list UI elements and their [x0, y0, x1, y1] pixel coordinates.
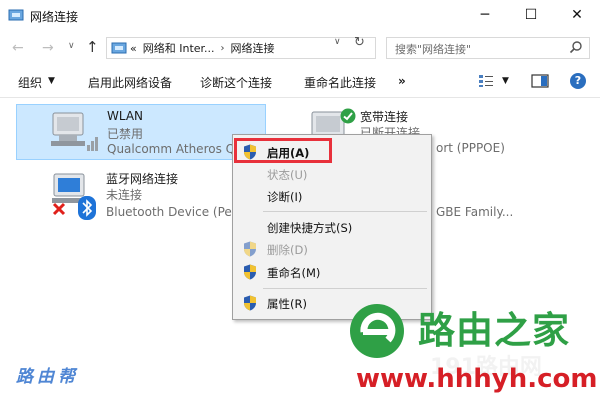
connection-name: WLAN — [107, 109, 144, 123]
connection-item-bluetooth[interactable]: 蓝牙网络连接 未连接 Bluetooth Device (Per — [16, 166, 266, 224]
watermark-left: 路由帮 — [16, 367, 79, 387]
menu-item-label: 删除(D) — [267, 243, 308, 257]
bluetooth-icon — [78, 196, 96, 220]
view-options-icon[interactable] — [478, 74, 494, 88]
back-button[interactable]: ← — [12, 40, 24, 56]
organize-dropdown-icon[interactable]: ▼ — [48, 76, 55, 86]
watermark-brand: 路由之家 — [418, 309, 570, 352]
diagnose-connection-button[interactable]: 诊断这个连接 — [200, 74, 272, 91]
connection-device: Qualcomm Atheros Q — [107, 142, 236, 156]
up-button[interactable]: ↑ — [86, 38, 99, 56]
more-commands-button[interactable]: » — [398, 74, 406, 88]
help-icon[interactable]: ? — [570, 73, 586, 89]
refresh-button[interactable]: ↻ — [354, 35, 365, 50]
connection-item-wlan[interactable]: WLAN 已禁用 Qualcomm Atheros Q — [16, 104, 266, 160]
search-input[interactable]: 搜索"网络连接" — [386, 37, 590, 59]
menu-item-rename[interactable]: 重命名(M) — [233, 261, 431, 283]
highlight-annotation-box — [234, 138, 332, 163]
address-prefix[interactable]: « — [130, 42, 137, 55]
menu-separator — [263, 211, 427, 212]
menu-item-create-shortcut[interactable]: 创建快捷方式(S) — [233, 216, 431, 238]
connection-status: 已禁用 — [107, 127, 144, 141]
disconnected-x-icon — [52, 202, 66, 216]
menu-item-delete[interactable]: 删除(D) — [233, 238, 431, 260]
connection-device: GBE Family... — [436, 205, 514, 219]
uac-shield-icon — [244, 295, 256, 311]
uac-shield-icon — [244, 264, 256, 280]
menu-item-status[interactable]: 状态(U) — [233, 163, 431, 185]
close-button[interactable]: ✕ — [554, 0, 600, 30]
window-title: 网络连接 — [30, 10, 79, 24]
uac-shield-icon — [244, 241, 256, 257]
connection-name: 宽带连接 — [360, 110, 409, 124]
command-bar: 组织 ▼ 启用此网络设备 诊断这个连接 重命名此连接 » ▼ ? — [0, 64, 600, 98]
address-dropdown-button[interactable]: ∨ — [334, 37, 341, 47]
menu-item-label: 创建快捷方式(S) — [267, 221, 353, 235]
menu-separator — [263, 288, 427, 289]
search-icon[interactable] — [569, 40, 583, 54]
menu-item-label: 重命名(M) — [267, 266, 321, 280]
connected-check-icon — [340, 108, 356, 124]
breadcrumb-separator: › — [220, 42, 225, 54]
watermark-url: www.hhhyh.com — [356, 364, 598, 394]
network-folder-icon — [111, 42, 127, 54]
organize-button[interactable]: 组织 — [18, 74, 42, 91]
enable-device-button[interactable]: 启用此网络设备 — [88, 74, 172, 91]
connection-device: ort (PPPOE) — [436, 141, 505, 155]
navigation-bar: ← → ∨ ↑ « 网络和 Inter... › 网络连接 ∨ ↻ 搜索"网络连… — [0, 32, 600, 64]
menu-item-diagnose[interactable]: 诊断(I) — [233, 185, 431, 207]
menu-item-label: 属性(R) — [267, 297, 307, 311]
recent-locations-button[interactable]: ∨ — [68, 41, 75, 51]
title-bar: 网络连接 ─ ☐ ✕ — [0, 0, 600, 32]
minimize-button[interactable]: ─ — [462, 0, 508, 30]
connection-status: 未连接 — [106, 188, 143, 202]
brand-logo-icon — [350, 304, 404, 358]
connection-device: Bluetooth Device (Per — [106, 205, 237, 219]
preview-pane-icon[interactable] — [531, 74, 549, 88]
maximize-button[interactable]: ☐ — [508, 0, 554, 30]
menu-item-label: 状态(U) — [267, 168, 308, 182]
forward-button[interactable]: → — [42, 40, 54, 56]
breadcrumb-network-connections[interactable]: 网络连接 — [231, 40, 275, 56]
menu-item-label: 诊断(I) — [267, 190, 303, 204]
rename-connection-button[interactable]: 重命名此连接 — [304, 74, 376, 91]
network-folder-icon — [8, 9, 24, 21]
search-placeholder: 搜索"网络连接" — [395, 43, 472, 56]
view-dropdown-icon[interactable]: ▼ — [502, 76, 509, 86]
breadcrumb-network-internet[interactable]: 网络和 Inter... — [143, 40, 215, 56]
wireless-adapter-icon — [51, 112, 98, 151]
connection-name: 蓝牙网络连接 — [106, 172, 179, 186]
